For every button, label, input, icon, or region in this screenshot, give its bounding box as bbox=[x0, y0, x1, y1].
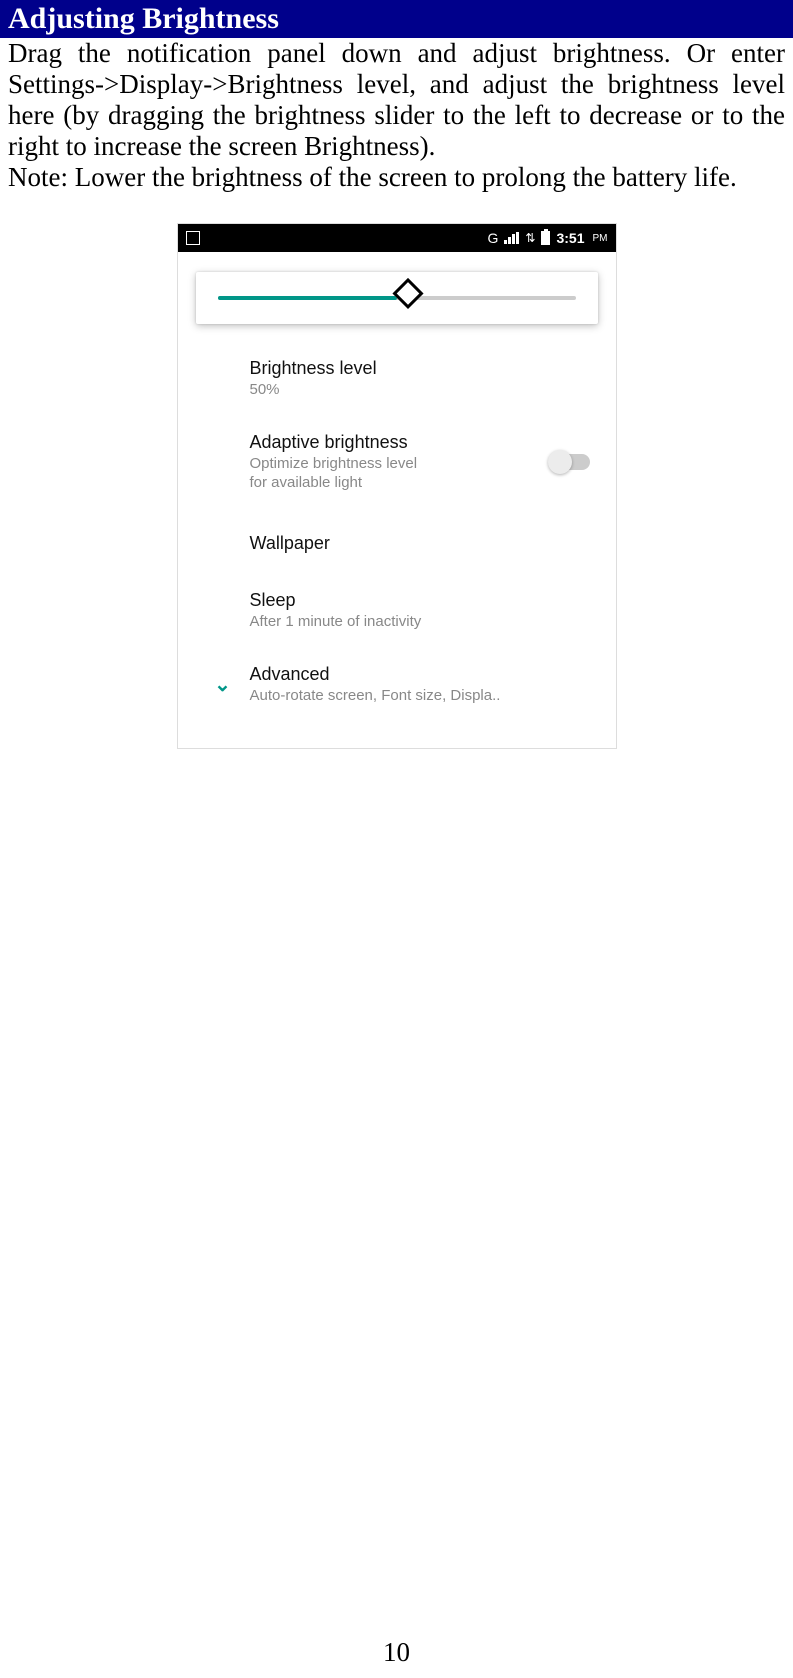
setting-advanced[interactable]: ⌄ Advanced Auto-rotate screen, Font size… bbox=[178, 644, 616, 718]
setting-wallpaper[interactable]: Wallpaper bbox=[178, 511, 616, 576]
advanced-sub: Auto-rotate screen, Font size, Displa.. bbox=[250, 687, 598, 704]
brightness-slider-fill bbox=[218, 296, 397, 300]
brightness-level-title: Brightness level bbox=[250, 358, 598, 379]
brightness-level-value: 50% bbox=[250, 381, 598, 398]
battery-icon bbox=[541, 231, 550, 245]
status-right: G ⇅ 3:51 PM bbox=[488, 230, 608, 246]
setting-sleep[interactable]: Sleep After 1 minute of inactivity bbox=[178, 576, 616, 644]
brightness-slider-card bbox=[196, 272, 598, 324]
row-content: Adaptive brightness Optimize brightness … bbox=[250, 432, 542, 491]
row-icon-slot bbox=[196, 590, 250, 630]
sleep-sub: After 1 minute of inactivity bbox=[250, 613, 598, 630]
row-content: Sleep After 1 minute of inactivity bbox=[250, 590, 598, 630]
settings-list: Brightness level 50% Adaptive brightness… bbox=[178, 338, 616, 748]
phone-frame: G ⇅ 3:51 PM Brightness level 50% bbox=[177, 223, 617, 749]
adaptive-brightness-sub1: Optimize brightness level bbox=[250, 455, 542, 472]
phone-screenshot: G ⇅ 3:51 PM Brightness level 50% bbox=[0, 223, 793, 749]
brightness-slider[interactable] bbox=[218, 296, 576, 300]
network-type-label: G bbox=[488, 230, 499, 246]
gallery-icon bbox=[186, 231, 200, 245]
row-icon-slot bbox=[196, 533, 250, 554]
status-time: 3:51 bbox=[556, 230, 584, 246]
adaptive-brightness-sub2: for available light bbox=[250, 474, 542, 491]
setting-brightness-level[interactable]: Brightness level 50% bbox=[178, 344, 616, 412]
chevron-down-icon: ⌄ bbox=[214, 672, 231, 697]
body-paragraph-2: Note: Lower the brightness of the screen… bbox=[0, 162, 793, 193]
data-icon: ⇅ bbox=[525, 231, 535, 245]
signal-icon bbox=[504, 232, 519, 244]
advanced-title: Advanced bbox=[250, 664, 598, 685]
sleep-title: Sleep bbox=[250, 590, 598, 611]
body-text-1: Drag the notification panel down and adj… bbox=[8, 38, 785, 161]
row-icon-slot bbox=[196, 358, 250, 398]
body-text-2: Note: Lower the brightness of the screen… bbox=[8, 162, 737, 192]
section-header: Adjusting Brightness bbox=[0, 0, 793, 38]
row-content: Brightness level 50% bbox=[250, 358, 598, 398]
row-icon-slot: ⌄ bbox=[196, 664, 250, 704]
adaptive-brightness-toggle[interactable] bbox=[550, 454, 590, 470]
page-number-value: 10 bbox=[383, 1637, 410, 1667]
row-content: Advanced Auto-rotate screen, Font size, … bbox=[250, 664, 598, 704]
row-action bbox=[542, 432, 598, 491]
status-ampm: PM bbox=[593, 233, 608, 244]
toggle-knob bbox=[548, 450, 572, 474]
setting-adaptive-brightness[interactable]: Adaptive brightness Optimize brightness … bbox=[178, 412, 616, 511]
status-bar: G ⇅ 3:51 PM bbox=[178, 224, 616, 252]
row-content: Wallpaper bbox=[250, 533, 598, 554]
page-number: 10 bbox=[0, 1637, 793, 1668]
status-left bbox=[186, 231, 200, 245]
brightness-slider-thumb[interactable] bbox=[392, 278, 423, 309]
wallpaper-title: Wallpaper bbox=[250, 533, 598, 554]
adaptive-brightness-title: Adaptive brightness bbox=[250, 432, 542, 453]
section-title: Adjusting Brightness bbox=[8, 2, 279, 35]
row-icon-slot bbox=[196, 432, 250, 491]
body-paragraph-1: Drag the notification panel down and adj… bbox=[0, 38, 793, 162]
